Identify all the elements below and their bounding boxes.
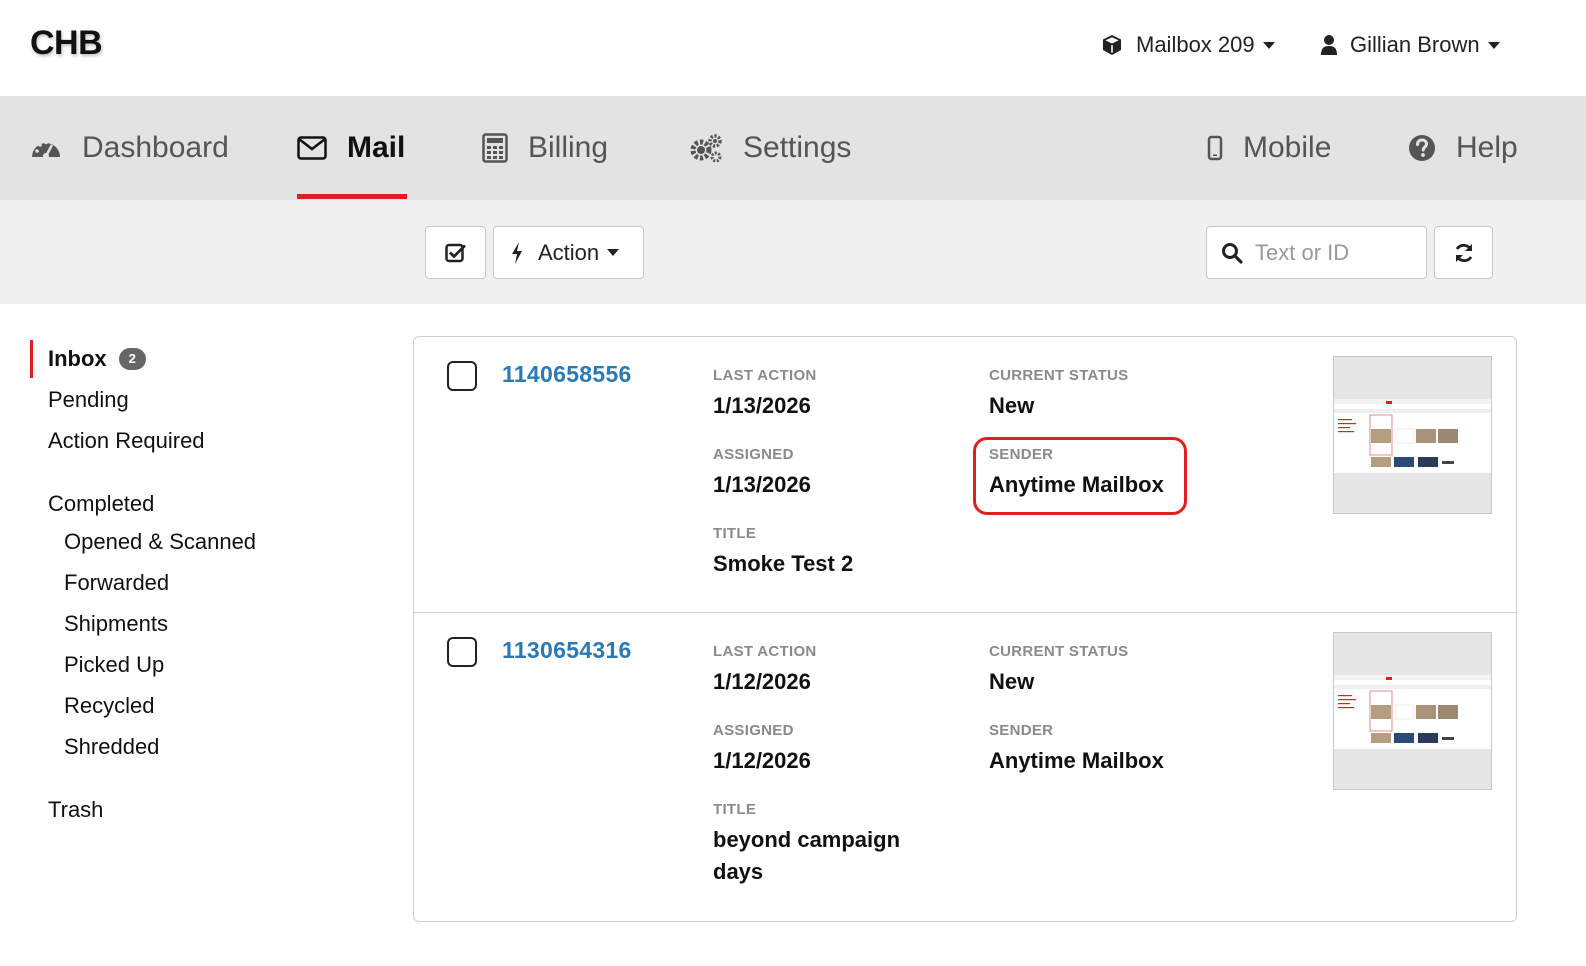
sidebar-item-inbox[interactable]: Inbox 2 (48, 346, 146, 372)
sidebar-item-picked-up[interactable]: Picked Up (64, 652, 164, 678)
nav-dashboard[interactable]: Dashboard (30, 96, 229, 200)
field-label: LAST ACTION (713, 643, 817, 660)
search-icon (1222, 242, 1243, 264)
field-value: New (989, 393, 1035, 418)
nav-billing[interactable]: Billing (482, 96, 608, 200)
envelope-icon (297, 136, 327, 160)
main-nav: Dashboard Mail Billing Settings Mobile H… (0, 96, 1586, 200)
nav-mobile-label: Mobile (1243, 131, 1332, 164)
nav-help-label: Help (1456, 131, 1518, 164)
mail-toolbar: Action (0, 200, 1586, 304)
field-label: SENDER (989, 722, 1054, 739)
nav-settings-label: Settings (743, 131, 852, 164)
nav-billing-label: Billing (528, 131, 609, 164)
sidebar-item-forwarded[interactable]: Forwarded (64, 570, 169, 596)
check-square-icon (444, 243, 466, 262)
field-value: 1/12/2026 (713, 748, 811, 773)
action-dropdown-button[interactable]: Action (493, 226, 644, 279)
nav-mobile[interactable]: Mobile (1207, 96, 1331, 200)
select-all-button[interactable] (425, 226, 486, 279)
field-label: LAST ACTION (713, 367, 817, 384)
mail-id-link[interactable]: 1140658556 (502, 361, 632, 388)
nav-help[interactable]: Help (1408, 96, 1518, 200)
nav-active-indicator (297, 194, 407, 199)
sidebar-active-indicator (30, 340, 33, 378)
sidebar-item-shredded[interactable]: Shredded (64, 734, 159, 760)
last-action-field: LAST ACTION 1/13/2026 (713, 367, 817, 422)
field-value: New (989, 669, 1035, 694)
row-checkbox[interactable] (447, 361, 477, 391)
chevron-down-icon (607, 249, 620, 256)
last-action-field: LAST ACTION 1/12/2026 (713, 643, 817, 698)
field-value: beyond campaign days (713, 827, 901, 884)
current-status-field: CURRENT STATUS New (989, 643, 1128, 698)
user-name: Gillian Brown (1350, 32, 1480, 57)
title-field: TITLE Smoke Test 2 (713, 525, 943, 580)
search-box[interactable] (1206, 226, 1427, 279)
nav-settings[interactable]: Settings (689, 96, 851, 200)
nav-mail[interactable]: Mail (297, 96, 405, 200)
thumbnail-screenshot-image (1334, 633, 1491, 789)
mail-thumbnail[interactable] (1333, 356, 1492, 514)
field-label: ASSIGNED (713, 446, 794, 463)
nav-mail-label: Mail (347, 131, 406, 164)
current-status-field: CURRENT STATUS New (989, 367, 1128, 422)
question-circle-icon (1409, 135, 1435, 161)
lightning-bolt-icon (512, 241, 522, 264)
sidebar-item-opened-scanned[interactable]: Opened & Scanned (64, 529, 256, 555)
action-label: Action (538, 239, 600, 265)
row-checkbox[interactable] (447, 637, 477, 667)
sidebar-item-trash[interactable]: Trash (48, 797, 103, 823)
chevron-down-icon (1487, 41, 1500, 49)
assigned-field: ASSIGNED 1/12/2026 (713, 722, 811, 777)
sidebar-item-completed[interactable]: Completed (48, 491, 154, 517)
user-menu[interactable]: Gillian Brown (1320, 28, 1500, 62)
field-label: TITLE (713, 801, 757, 818)
calculator-icon (482, 133, 508, 163)
mailbox-label: Mailbox 209 (1136, 32, 1255, 57)
field-value: 1/13/2026 (713, 393, 811, 418)
sidebar-item-pending[interactable]: Pending (48, 387, 129, 413)
gears-icon (690, 134, 722, 163)
thumbnail-screenshot-image (1334, 357, 1491, 513)
field-label: ASSIGNED (713, 722, 794, 739)
mail-list: 1140658556 LAST ACTION 1/13/2026 ASSIGNE… (413, 336, 1517, 922)
sidebar-item-label: Inbox (48, 346, 107, 371)
refresh-icon (1455, 243, 1472, 262)
mail-row[interactable]: 1130654316 LAST ACTION 1/12/2026 ASSIGNE… (414, 613, 1516, 921)
user-icon (1321, 35, 1337, 55)
top-bar: CHB Mailbox 209 Gillian Brown (0, 0, 1586, 96)
field-label: CURRENT STATUS (989, 367, 1129, 384)
nav-dashboard-label: Dashboard (82, 131, 229, 164)
mail-thumbnail[interactable] (1333, 632, 1492, 790)
mailbox-selector[interactable]: Mailbox 209 (1100, 28, 1275, 62)
search-input[interactable] (1255, 239, 1415, 266)
sender-field: SENDER Anytime Mailbox (989, 722, 1164, 777)
box-icon (1103, 35, 1121, 55)
field-value: Anytime Mailbox (989, 748, 1164, 773)
field-label: CURRENT STATUS (989, 643, 1129, 660)
field-label: TITLE (713, 525, 757, 542)
inbox-count-badge: 2 (118, 348, 146, 370)
field-value: 1/12/2026 (713, 669, 811, 694)
mobile-phone-icon (1207, 135, 1223, 161)
sidebar-item-recycled[interactable]: Recycled (64, 693, 154, 719)
sidebar-item-shipments[interactable]: Shipments (64, 611, 168, 637)
mail-id-link[interactable]: 1130654316 (502, 637, 632, 664)
brand-logo[interactable]: CHB (30, 24, 103, 63)
title-field: TITLE beyond campaign days (713, 801, 913, 888)
sender-highlight-annotation (973, 437, 1187, 515)
chevron-down-icon (1262, 41, 1275, 49)
dashboard-gauge-icon (32, 140, 60, 159)
field-value: Smoke Test 2 (713, 551, 854, 576)
mail-row[interactable]: 1140658556 LAST ACTION 1/13/2026 ASSIGNE… (414, 337, 1516, 613)
field-value: 1/13/2026 (713, 472, 811, 497)
refresh-button[interactable] (1434, 226, 1493, 279)
sidebar-item-action-required[interactable]: Action Required (48, 428, 205, 454)
assigned-field: ASSIGNED 1/13/2026 (713, 446, 811, 501)
